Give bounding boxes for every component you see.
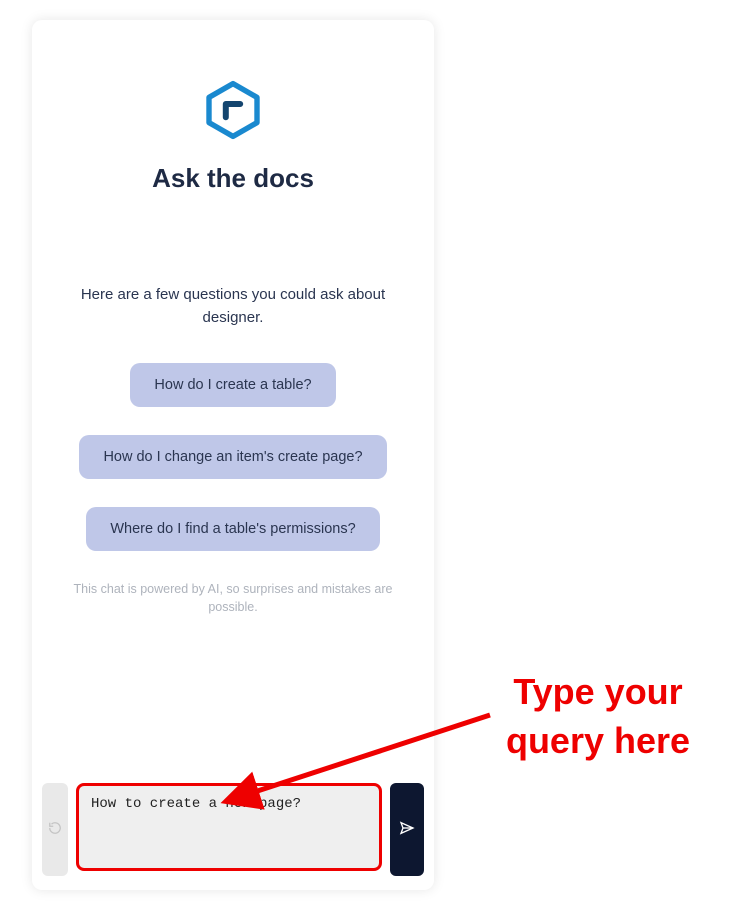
suggestion-change-create-page[interactable]: How do I change an item's create page? — [79, 435, 386, 479]
suggestion-table-permissions[interactable]: Where do I find a table's permissions? — [86, 507, 379, 551]
input-wrap — [76, 783, 382, 876]
page-title: Ask the docs — [42, 163, 424, 194]
chat-header: Ask the docs — [42, 30, 424, 194]
send-icon — [399, 820, 415, 839]
disclaimer-text: This chat is powered by AI, so surprises… — [42, 581, 424, 616]
logo-icon — [203, 80, 263, 140]
suggestion-create-table[interactable]: How do I create a table? — [130, 363, 335, 407]
refresh-icon — [48, 821, 62, 838]
message-input[interactable] — [76, 783, 382, 871]
intro-text: Here are a few questions you could ask a… — [42, 284, 424, 329]
input-row — [42, 779, 424, 880]
annotation-label: Type your query here — [478, 668, 718, 765]
suggestion-list: How do I create a table? How do I change… — [42, 363, 424, 551]
send-button[interactable] — [390, 783, 424, 876]
refresh-button[interactable] — [42, 783, 68, 876]
chat-panel: Ask the docs Here are a few questions yo… — [32, 20, 434, 890]
